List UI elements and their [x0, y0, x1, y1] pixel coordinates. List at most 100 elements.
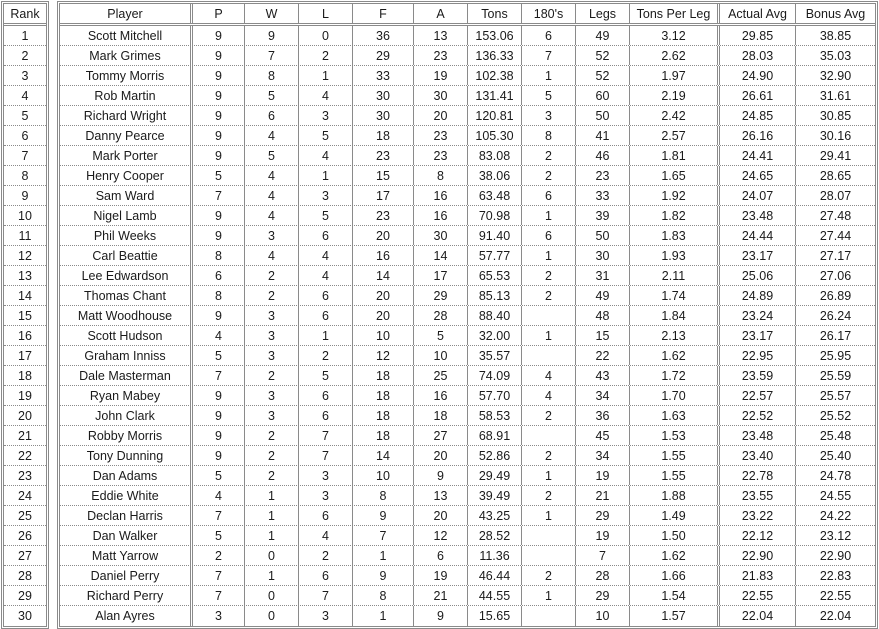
- cell-bonus-avg: 22.04: [819, 609, 852, 623]
- cell-180-s: [522, 606, 576, 626]
- cell-180-s: [522, 306, 576, 325]
- rank-cell: 8: [21, 169, 29, 183]
- cell-f: 14: [353, 446, 414, 465]
- rank-cell: 15: [18, 309, 32, 323]
- cell-legs: 34: [576, 446, 630, 465]
- rank-row: 5: [4, 106, 46, 126]
- rank-row: 30: [4, 606, 46, 626]
- cell-actual-avg: 22.52: [720, 406, 796, 425]
- table-row: Richard Perry 7 0 7 8 21 44.55 1 29 1.54 22.55 22.5…: [60, 586, 875, 606]
- cell-p: 5: [193, 346, 245, 365]
- cell-w: 1: [245, 526, 299, 545]
- cell-180-s: 1: [522, 206, 576, 225]
- cell-l: 6: [299, 226, 353, 245]
- cell-180-s: 1: [522, 246, 576, 265]
- cell-player: Declan Harris: [60, 506, 193, 525]
- cell-legs: 21: [576, 486, 630, 505]
- cell-tons-per-leg: 1.49: [630, 506, 720, 525]
- table-row: Thomas Chant 8 2 6 20 29 85.13 2 49 1.74 24.89 26.8…: [60, 286, 875, 306]
- cell-actual-avg: 23.48: [720, 206, 796, 225]
- cell-f: 30: [353, 106, 414, 125]
- rank-cell: 26: [18, 529, 32, 543]
- cell-a: 6: [414, 546, 468, 565]
- rank-row: 15: [4, 306, 46, 326]
- cell-180-s: [522, 346, 576, 365]
- cell-actual-avg: 26.16: [720, 126, 796, 145]
- cell-bonus-avg: 24.78: [819, 469, 852, 483]
- cell-p: 9: [193, 86, 245, 105]
- cell-actual-avg: 29.85: [720, 26, 796, 45]
- cell-w: 0: [245, 546, 299, 565]
- rank-row: 6: [4, 126, 46, 146]
- cell-tons: 44.55: [468, 586, 522, 605]
- table-row: Phil Weeks 9 3 6 20 30 91.40 6 50 1.83 24.44 27.44: [60, 226, 875, 246]
- cell-f: 18: [353, 366, 414, 385]
- cell-legs: 48: [576, 306, 630, 325]
- cell-l: 7: [299, 426, 353, 445]
- cell-a: 13: [414, 486, 468, 505]
- cell-p: 4: [193, 326, 245, 345]
- cell-l: 6: [299, 566, 353, 585]
- cell-player: Mark Grimes: [60, 46, 193, 65]
- cell-w: 8: [245, 66, 299, 85]
- cell-actual-avg: 24.65: [720, 166, 796, 185]
- cell-tons-per-leg: 2.19: [630, 86, 720, 105]
- cell-f: 18: [353, 126, 414, 145]
- cell-bonus-avg: 25.95: [819, 349, 852, 363]
- cell-180-s: 4: [522, 366, 576, 385]
- cell-actual-avg: 22.95: [720, 346, 796, 365]
- cell-w: 4: [245, 166, 299, 185]
- cell-legs: 52: [576, 66, 630, 85]
- cell-p: 9: [193, 426, 245, 445]
- rank-row: 2: [4, 46, 46, 66]
- cell-legs: 28: [576, 566, 630, 585]
- cell-p: 9: [193, 306, 245, 325]
- cell-f: 9: [353, 566, 414, 585]
- table-row: Richard Wright 9 6 3 30 20 120.81 3 50 2.42 24.85 3…: [60, 106, 875, 126]
- cell-a: 29: [414, 286, 468, 305]
- cell-player: Matt Yarrow: [60, 546, 193, 565]
- cell-tons-per-leg: 1.93: [630, 246, 720, 265]
- table-row: Dan Adams 5 2 3 10 9 29.49 1 19 1.55 22.78 24.78: [60, 466, 875, 486]
- cell-actual-avg: 23.59: [720, 366, 796, 385]
- cell-f: 14: [353, 266, 414, 285]
- cell-a: 28: [414, 306, 468, 325]
- cell-l: 6: [299, 386, 353, 405]
- cell-p: 5: [193, 166, 245, 185]
- cell-actual-avg: 21.83: [720, 566, 796, 585]
- rank-row: 20: [4, 406, 46, 426]
- cell-legs: 19: [576, 466, 630, 485]
- rank-cell: 10: [18, 209, 32, 223]
- cell-actual-avg: 24.90: [720, 66, 796, 85]
- cell-p: 9: [193, 226, 245, 245]
- cell-l: 7: [299, 446, 353, 465]
- rank-cell: 30: [18, 609, 32, 623]
- column-header-f: F: [353, 4, 414, 23]
- rank-cell: 20: [18, 409, 32, 423]
- cell-actual-avg: 22.12: [720, 526, 796, 545]
- cell-tons: 70.98: [468, 206, 522, 225]
- cell-bonus-avg: 30.16: [819, 129, 852, 143]
- rank-row: 11: [4, 226, 46, 246]
- cell-tons: 38.06: [468, 166, 522, 185]
- cell-player: Alan Ayres: [60, 606, 193, 626]
- cell-tons-per-leg: 1.92: [630, 186, 720, 205]
- cell-p: 3: [193, 606, 245, 626]
- cell-tons-per-leg: 1.50: [630, 526, 720, 545]
- rank-row: 24: [4, 486, 46, 506]
- cell-a: 21: [414, 586, 468, 605]
- cell-180-s: 1: [522, 506, 576, 525]
- cell-bonus-avg: 26.89: [819, 289, 852, 303]
- cell-tons-per-leg: 1.55: [630, 466, 720, 485]
- cell-l: 3: [299, 106, 353, 125]
- rank-row: 28: [4, 566, 46, 586]
- cell-tons: 28.52: [468, 526, 522, 545]
- rank-cell: 5: [21, 109, 29, 123]
- cell-180-s: 2: [522, 406, 576, 425]
- rank-cell: 7: [21, 149, 29, 163]
- cell-bonus-avg: 23.12: [819, 529, 852, 543]
- table-row: Matt Yarrow 2 0 2 1 6 11.36 7 1.62 22.90 22.90: [60, 546, 875, 566]
- column-header-tons: Tons: [468, 4, 522, 23]
- cell-player: Carl Beattie: [60, 246, 193, 265]
- cell-tons-per-leg: 1.55: [630, 446, 720, 465]
